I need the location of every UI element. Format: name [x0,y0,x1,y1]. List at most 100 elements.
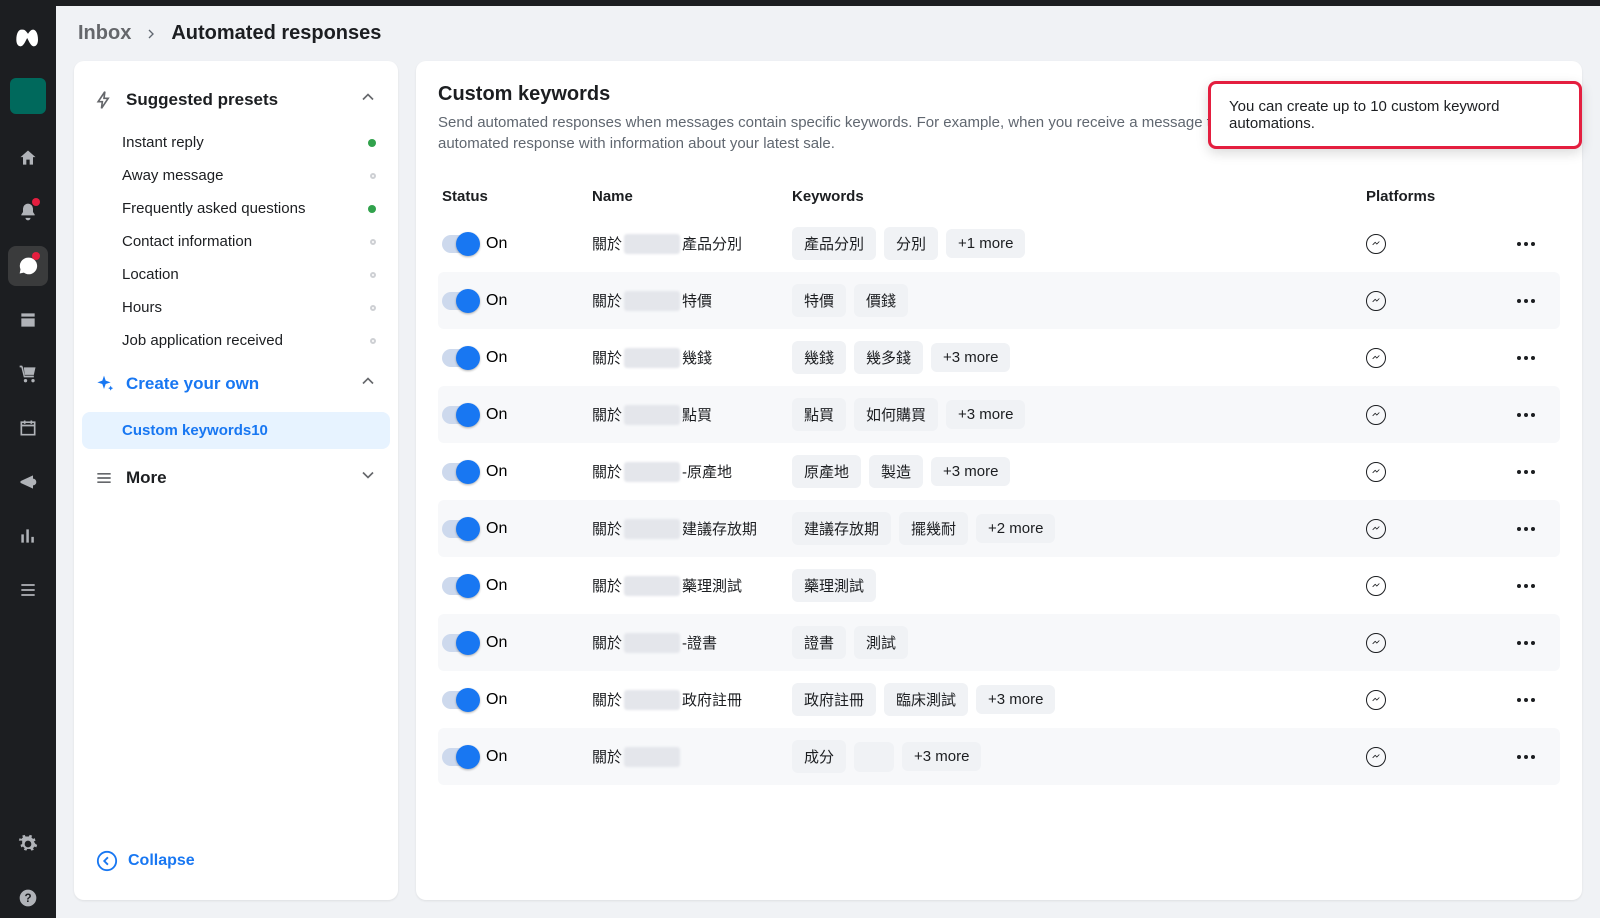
col-name: Name [592,188,792,205]
col-status: Status [442,188,592,205]
status-label: On [486,349,507,367]
keyword-chip: 政府註冊 [792,683,876,716]
nav-help[interactable]: ? [8,878,48,918]
keyword-chip: 分別 [884,227,938,260]
preset-item[interactable]: Instant reply [82,126,390,159]
table-row[interactable]: On 關於幾錢 幾錢幾多錢+3 more [438,329,1560,386]
table-row[interactable]: On 關於-原產地 原產地製造+3 more [438,443,1560,500]
row-more-button[interactable] [1496,527,1556,531]
nav-all-tools[interactable] [8,570,48,610]
automation-name: 關於政府註冊 [592,689,792,710]
row-more-button[interactable] [1496,641,1556,645]
row-more-button[interactable] [1496,242,1556,246]
messenger-icon [1366,234,1386,254]
table-row[interactable]: On 關於-證書 證書測試 [438,614,1560,671]
keyword-chip: 幾錢 [792,341,846,374]
collapse-button[interactable]: Collapse [82,836,390,886]
nav-posts[interactable] [8,300,48,340]
automation-name: 關於點買 [592,404,792,425]
status-toggle[interactable] [442,235,476,253]
keyword-chip: 測試 [854,626,908,659]
status-toggle[interactable] [442,463,476,481]
status-toggle[interactable] [442,406,476,424]
row-more-button[interactable] [1496,299,1556,303]
more-keywords-chip[interactable]: +3 more [946,400,1025,429]
status-toggle[interactable] [442,349,476,367]
collapse-icon [96,850,118,872]
table-row[interactable]: On 關於 成分+3 more [438,728,1560,785]
status-label: On [486,292,507,310]
automation-name: 關於建議存放期 [592,518,792,539]
messenger-icon [1366,348,1386,368]
nav-commerce[interactable] [8,354,48,394]
business-avatar[interactable] [10,78,46,114]
table-row[interactable]: On 關於建議存放期 建議存放期擺幾耐+2 more [438,500,1560,557]
nav-rail: ? [0,6,56,918]
more-keywords-chip[interactable]: +3 more [931,343,1010,372]
messenger-icon [1366,747,1386,767]
row-more-button[interactable] [1496,755,1556,759]
status-toggle[interactable] [442,577,476,595]
status-toggle[interactable] [442,748,476,766]
status-toggle[interactable] [442,634,476,652]
breadcrumb-inbox[interactable]: Inbox [78,22,131,45]
table-row[interactable]: On 關於政府註冊 政府註冊臨床測試 +3 more [438,671,1560,728]
menu-icon [94,468,114,488]
more-keywords-chip[interactable]: +3 more [931,457,1010,486]
messenger-icon [1366,690,1386,710]
more-keywords-chip[interactable]: +3 more [976,685,1055,714]
table-row[interactable]: On 關於藥理測試 藥理測試 [438,557,1560,614]
messenger-icon [1366,576,1386,596]
preset-item[interactable]: Away message [82,159,390,192]
row-more-button[interactable] [1496,584,1556,588]
status-label: On [486,577,507,595]
keyword-chip: 原產地 [792,455,861,488]
status-label: On [486,748,507,766]
nav-ads[interactable] [8,462,48,502]
status-toggle[interactable] [442,292,476,310]
row-more-button[interactable] [1496,698,1556,702]
preset-item[interactable]: Hours [82,291,390,324]
keyword-chip: 幾多錢 [854,341,923,374]
status-dot [368,205,376,213]
preset-item[interactable]: Job application received [82,324,390,357]
automation-name: 關於 [592,746,792,767]
row-more-button[interactable] [1496,413,1556,417]
status-dot [370,239,376,245]
status-toggle[interactable] [442,520,476,538]
nav-settings[interactable] [8,824,48,864]
messenger-icon [1366,633,1386,653]
more-keywords-chip[interactable]: +3 more [902,742,981,771]
nav-notifications[interactable] [8,192,48,232]
breadcrumb-current: Automated responses [171,22,381,45]
keyword-chip: 產品分別 [792,227,876,260]
row-more-button[interactable] [1496,356,1556,360]
keyword-chip: 製造 [869,455,923,488]
status-dot [370,173,376,179]
section-create-your-own[interactable]: Create your own [82,359,390,408]
status-toggle[interactable] [442,691,476,709]
status-label: On [486,691,507,709]
keyword-chip: 價錢 [854,284,908,317]
preset-item[interactable]: Contact information [82,225,390,258]
nav-insights[interactable] [8,516,48,556]
col-keywords: Keywords [792,188,1366,205]
keyword-chip: 建議存放期 [792,512,891,545]
nav-home[interactable] [8,138,48,178]
table-row[interactable]: On 關於產品分別 產品分別分別+1 more [438,215,1560,272]
nav-calendar[interactable] [8,408,48,448]
keyword-chip: 臨床測試 [884,683,968,716]
sidebar-item-custom-keywords[interactable]: Custom keywords 10 [82,412,390,449]
more-keywords-chip[interactable]: +1 more [946,229,1025,258]
preset-item[interactable]: Location [82,258,390,291]
nav-inbox[interactable] [8,246,48,286]
more-keywords-chip[interactable]: +2 more [976,514,1055,543]
section-suggested-presets[interactable]: Suggested presets [82,75,390,124]
chevron-down-icon [358,465,378,490]
table-row[interactable]: On 關於點買 點買如何購買+3 more [438,386,1560,443]
row-more-button[interactable] [1496,470,1556,474]
automation-name: 關於產品分別 [592,233,792,254]
section-more[interactable]: More [82,453,390,502]
table-row[interactable]: On 關於特價 特價價錢 [438,272,1560,329]
preset-item[interactable]: Frequently asked questions [82,192,390,225]
